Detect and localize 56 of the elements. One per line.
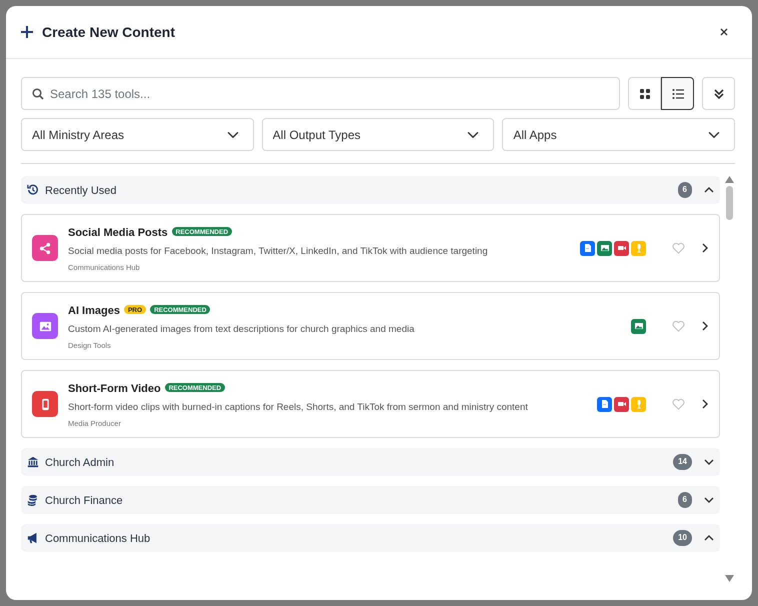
open-tool-button[interactable] <box>701 399 709 409</box>
search-field[interactable]: Search 135 tools... <box>21 77 620 110</box>
count-badge: 6 <box>678 182 692 198</box>
section-title: Recently Used <box>45 182 117 198</box>
recommended-badge: RECOMMENDED <box>172 226 232 236</box>
recommended-badge: RECOMMENDED <box>150 304 210 314</box>
section-header[interactable]: Church Admin 14 <box>21 448 720 476</box>
count-badge: 14 <box>673 454 692 470</box>
microphone-output-icon <box>631 396 646 412</box>
grid-icon <box>638 88 650 100</box>
tool-name: Short-Form Video <box>68 382 161 394</box>
grid-view-button[interactable] <box>628 77 661 110</box>
open-tool-button[interactable] <box>701 243 709 253</box>
pro-badge: PRO <box>124 304 146 314</box>
image-icon <box>38 320 52 332</box>
open-tool-button[interactable] <box>701 321 709 331</box>
document-output-icon <box>597 396 612 412</box>
tool-description: Social media posts for Facebook, Instagram, Twitter/X, LinkedIn, and TikTok with audience targeting <box>68 244 488 258</box>
coins-icon <box>27 494 39 506</box>
section-title: Church Admin <box>45 454 114 470</box>
megaphone-icon <box>27 532 39 544</box>
microphone-output-icon <box>631 240 646 256</box>
tool-name: Social Media Posts <box>68 226 168 238</box>
tool-name: AI Images <box>68 304 120 316</box>
image-output-icon <box>597 240 612 256</box>
history-icon <box>27 184 39 196</box>
bank-icon <box>27 456 39 468</box>
double-chevron-icon <box>712 88 724 100</box>
count-badge: 6 <box>678 492 692 508</box>
filter-dropdown[interactable]: All Apps <box>502 118 736 151</box>
video-camera-output-icon <box>614 396 629 412</box>
scroll-up-arrow-icon[interactable] <box>724 176 734 183</box>
section-header[interactable]: Church Finance 6 <box>21 486 720 514</box>
search-icon <box>32 88 44 100</box>
filter-dropdown[interactable]: All Output Types <box>262 118 494 151</box>
document-output-icon <box>580 240 595 256</box>
section-header[interactable]: Recently Used 6 <box>21 176 720 204</box>
section-title: Communications Hub <box>45 530 150 546</box>
count-badge: 10 <box>673 530 692 546</box>
list-icon <box>672 88 684 100</box>
tool-description: Custom AI-generated images from text descriptions for church graphics and media <box>68 322 414 336</box>
collapse-all-button[interactable] <box>702 77 735 110</box>
list-view-button[interactable] <box>661 77 694 110</box>
section-header[interactable]: Communications Hub 10 <box>21 524 720 552</box>
recommended-badge: RECOMMENDED <box>164 382 226 392</box>
scroll-down-arrow-icon[interactable] <box>724 575 734 582</box>
filter-dropdown[interactable]: All Ministry Areas <box>21 118 254 151</box>
video-camera-output-icon <box>614 240 629 256</box>
share-icon <box>38 242 52 254</box>
plus-icon <box>20 25 34 39</box>
image-output-icon <box>631 318 646 334</box>
tool-description: Short-form video clips with burned-in captions for Reels, Shorts, and TikTok from sermon and ministry content <box>68 400 528 414</box>
close-button[interactable] <box>718 26 730 38</box>
dialog-title: Create New Content <box>42 24 176 40</box>
section-title: Church Finance <box>45 492 123 508</box>
scrollbar-thumb[interactable] <box>726 186 732 220</box>
